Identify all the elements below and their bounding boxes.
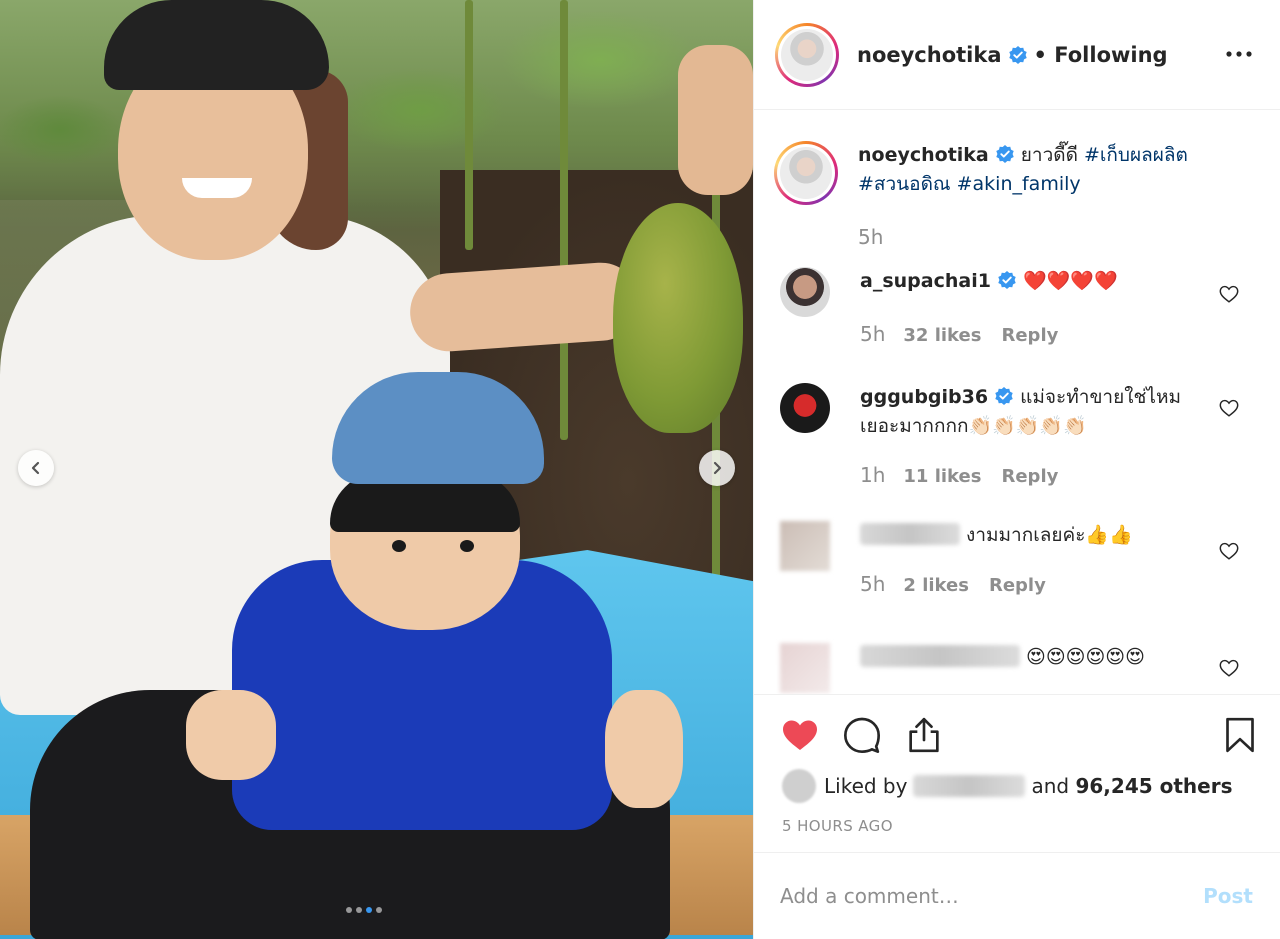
speech-bubble-icon xyxy=(844,717,880,753)
carousel-dot xyxy=(346,907,352,913)
carousel-indicator xyxy=(346,907,382,913)
comment-input[interactable] xyxy=(780,884,1180,908)
liked-by-summary[interactable]: Liked by and 96,245 others xyxy=(782,769,1232,803)
hashtag-link[interactable]: #akin_family xyxy=(957,173,1081,195)
liked-by-prefix: Liked by xyxy=(824,774,908,798)
comment-likes[interactable]: 2 likes xyxy=(903,575,969,596)
comment-like-heart-icon[interactable] xyxy=(1218,540,1240,562)
photo-child-hand xyxy=(186,690,276,780)
verified-badge-icon xyxy=(1008,45,1027,64)
comment-like-heart-icon[interactable] xyxy=(1218,283,1240,305)
liked-by-connector: and xyxy=(1031,774,1070,798)
chevron-right-icon xyxy=(713,461,722,475)
post-timestamp[interactable]: 5 HOURS AGO xyxy=(782,817,893,835)
photo-plant-stem xyxy=(560,0,568,440)
photo-hand xyxy=(678,45,753,195)
commenter-avatar-blurred[interactable] xyxy=(780,521,830,571)
comment-button[interactable] xyxy=(840,713,884,757)
bookmark-icon xyxy=(1226,717,1254,753)
caption-text: ยาวดี๊ดี xyxy=(1020,144,1078,166)
share-upload-icon xyxy=(909,717,939,753)
liker-username-blurred[interactable] xyxy=(913,775,1026,797)
comment-likes[interactable]: 32 likes xyxy=(903,325,981,346)
comment-text: งามมากเลยค่ะ👍👍 xyxy=(966,524,1133,546)
post-photo[interactable] xyxy=(0,0,753,939)
liker-avatar-blurred xyxy=(782,769,816,803)
caption-username[interactable]: noeychotika xyxy=(858,144,989,166)
photo-child-eye xyxy=(392,540,406,552)
commenter-username-blurred[interactable] xyxy=(860,523,960,545)
commenter-username-blurred[interactable] xyxy=(860,645,1020,667)
verified-badge-icon xyxy=(998,271,1016,289)
hashtag-link[interactable]: #เก็บผลผลิต xyxy=(1084,144,1188,166)
comment-time[interactable]: 1h xyxy=(860,463,885,487)
more-dots-icon xyxy=(1226,51,1252,57)
comment-text: ❤️❤️❤️❤️ xyxy=(1022,270,1118,292)
post-header: noeychotika • Following xyxy=(754,0,1280,110)
reply-button[interactable]: Reply xyxy=(989,575,1046,596)
photo-woman-cap xyxy=(104,0,329,90)
comment-time[interactable]: 5h xyxy=(860,572,885,596)
comment-like-heart-icon[interactable] xyxy=(1218,657,1240,679)
carousel-dot xyxy=(376,907,382,913)
photo-child-eye xyxy=(460,540,474,552)
comment-time[interactable]: 5h xyxy=(860,322,885,346)
caption-author-avatar[interactable] xyxy=(774,141,838,205)
author-avatar[interactable] xyxy=(775,22,839,87)
caption-time[interactable]: 5h xyxy=(858,225,883,249)
like-button[interactable] xyxy=(778,713,822,757)
photo-mango xyxy=(613,203,743,433)
photo-woman-smile xyxy=(182,178,252,198)
post-side-panel: noeychotika • Following noeychotika ยาวด… xyxy=(753,0,1280,939)
comment-text: 😍😍😍😍😍😍 xyxy=(1026,646,1145,668)
commenter-avatar[interactable] xyxy=(780,383,830,433)
verified-badge-icon xyxy=(995,387,1013,405)
following-status[interactable]: • Following xyxy=(1034,43,1168,67)
photo-plant-stem xyxy=(465,0,473,250)
carousel-next-button[interactable] xyxy=(699,450,735,486)
post-caption: noeychotika ยาวดี๊ดี #เก็บผลผลิต #สวนอดิ… xyxy=(774,141,1254,249)
commenter-username[interactable]: gggubgib36 xyxy=(860,386,988,408)
carousel-dot xyxy=(366,907,372,913)
photo-woman-arm xyxy=(407,260,643,354)
post-actions: Liked by and 96,245 others 5 HOURS AGO xyxy=(754,694,1280,852)
reply-button[interactable]: Reply xyxy=(1001,466,1058,487)
hashtag-link[interactable]: #สวนอดิณ xyxy=(858,173,951,195)
likes-count[interactable]: 96,245 others xyxy=(1075,774,1232,798)
comment-like-heart-icon[interactable] xyxy=(1218,397,1240,419)
comments-list[interactable]: noeychotika ยาวดี๊ดี #เก็บผลผลิต #สวนอดิ… xyxy=(754,111,1280,694)
photo-child-hand xyxy=(605,690,683,808)
reply-button[interactable]: Reply xyxy=(1001,325,1058,346)
more-options-button[interactable] xyxy=(1225,40,1253,68)
commenter-avatar[interactable] xyxy=(780,267,830,317)
verified-badge-icon xyxy=(996,145,1014,163)
chevron-left-icon xyxy=(31,461,40,475)
save-bookmark-button[interactable] xyxy=(1218,713,1262,757)
heart-filled-icon xyxy=(783,720,817,750)
add-comment-bar: Post xyxy=(754,852,1280,939)
commenter-username[interactable]: a_supachai1 xyxy=(860,270,991,292)
comment-likes[interactable]: 11 likes xyxy=(903,466,981,487)
carousel-prev-button[interactable] xyxy=(18,450,54,486)
share-button[interactable] xyxy=(902,713,946,757)
author-username[interactable]: noeychotika xyxy=(857,43,1002,67)
commenter-avatar-blurred[interactable] xyxy=(780,643,830,693)
post-comment-button[interactable]: Post xyxy=(1203,884,1253,908)
carousel-dot xyxy=(356,907,362,913)
